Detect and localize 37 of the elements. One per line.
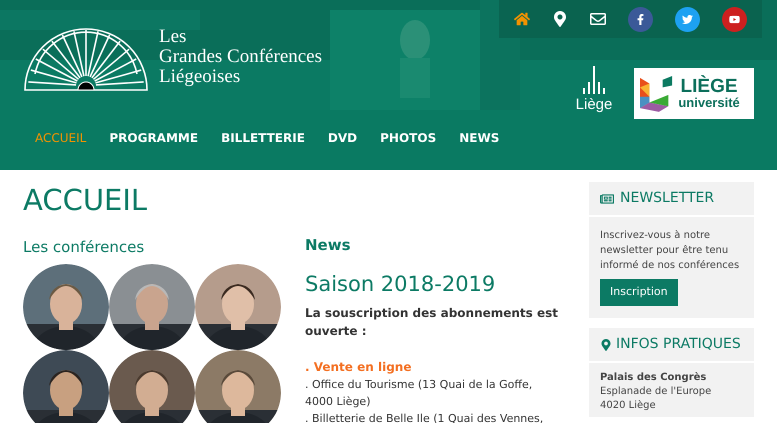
home-icon[interactable] bbox=[514, 11, 530, 27]
university-subtitle: université bbox=[678, 96, 740, 109]
signup-button[interactable]: Inscription bbox=[600, 279, 678, 306]
facebook-button[interactable] bbox=[628, 6, 654, 32]
nav-link[interactable]: NEWS bbox=[459, 129, 500, 147]
mail-icon[interactable] bbox=[590, 11, 606, 27]
nav-link[interactable]: PROGRAMME bbox=[109, 129, 198, 147]
location-pin-icon bbox=[600, 338, 612, 350]
twitter-button[interactable] bbox=[675, 6, 700, 32]
university-name: LIÈGE bbox=[680, 77, 738, 96]
venue-name: Palais des Congrès bbox=[600, 371, 708, 385]
page-title: ACCUEIL bbox=[23, 182, 148, 218]
news-text: . Office du Tourisme (13 Quai de la Goffe, 4000 Liège) bbox=[305, 377, 534, 410]
panel-title: NEWSLETTER bbox=[620, 189, 714, 208]
youtube-button[interactable] bbox=[722, 6, 748, 32]
online-sale-link[interactable]: . Vente en ligne bbox=[305, 360, 412, 374]
news-title: Saison 2018-2019 bbox=[305, 270, 496, 298]
nav-link[interactable]: DVD bbox=[328, 129, 358, 147]
news-intro: La souscription des abonnements est ouverte : bbox=[305, 305, 560, 340]
facebook-icon bbox=[635, 14, 646, 24]
location-pin-icon[interactable] bbox=[552, 11, 568, 27]
nav-link[interactable]: PHOTOS bbox=[380, 129, 436, 147]
site-title: Grandes Conférences bbox=[159, 47, 322, 67]
site-title: Les bbox=[159, 27, 188, 47]
university-logo-icon bbox=[640, 74, 674, 112]
youtube-icon bbox=[729, 14, 740, 24]
newsletter-text: Inscrivez-vous à notre newsletter pour être tenu informé de nos conférences bbox=[600, 229, 740, 273]
section-heading: News bbox=[305, 235, 352, 256]
section-heading: Les conférences bbox=[23, 237, 146, 258]
address-line: Esplanade de l'Europe bbox=[600, 385, 712, 399]
nav-link[interactable]: BILLETTERIE bbox=[221, 129, 305, 147]
twitter-icon bbox=[682, 14, 694, 24]
panel-title: INFOS PRATIQUES bbox=[616, 335, 741, 354]
site-title: Liégeoises bbox=[159, 67, 242, 87]
address-line: 4020 Liège bbox=[600, 399, 657, 413]
city-logo-text: Liège bbox=[576, 95, 612, 115]
newspaper-icon bbox=[600, 192, 614, 206]
